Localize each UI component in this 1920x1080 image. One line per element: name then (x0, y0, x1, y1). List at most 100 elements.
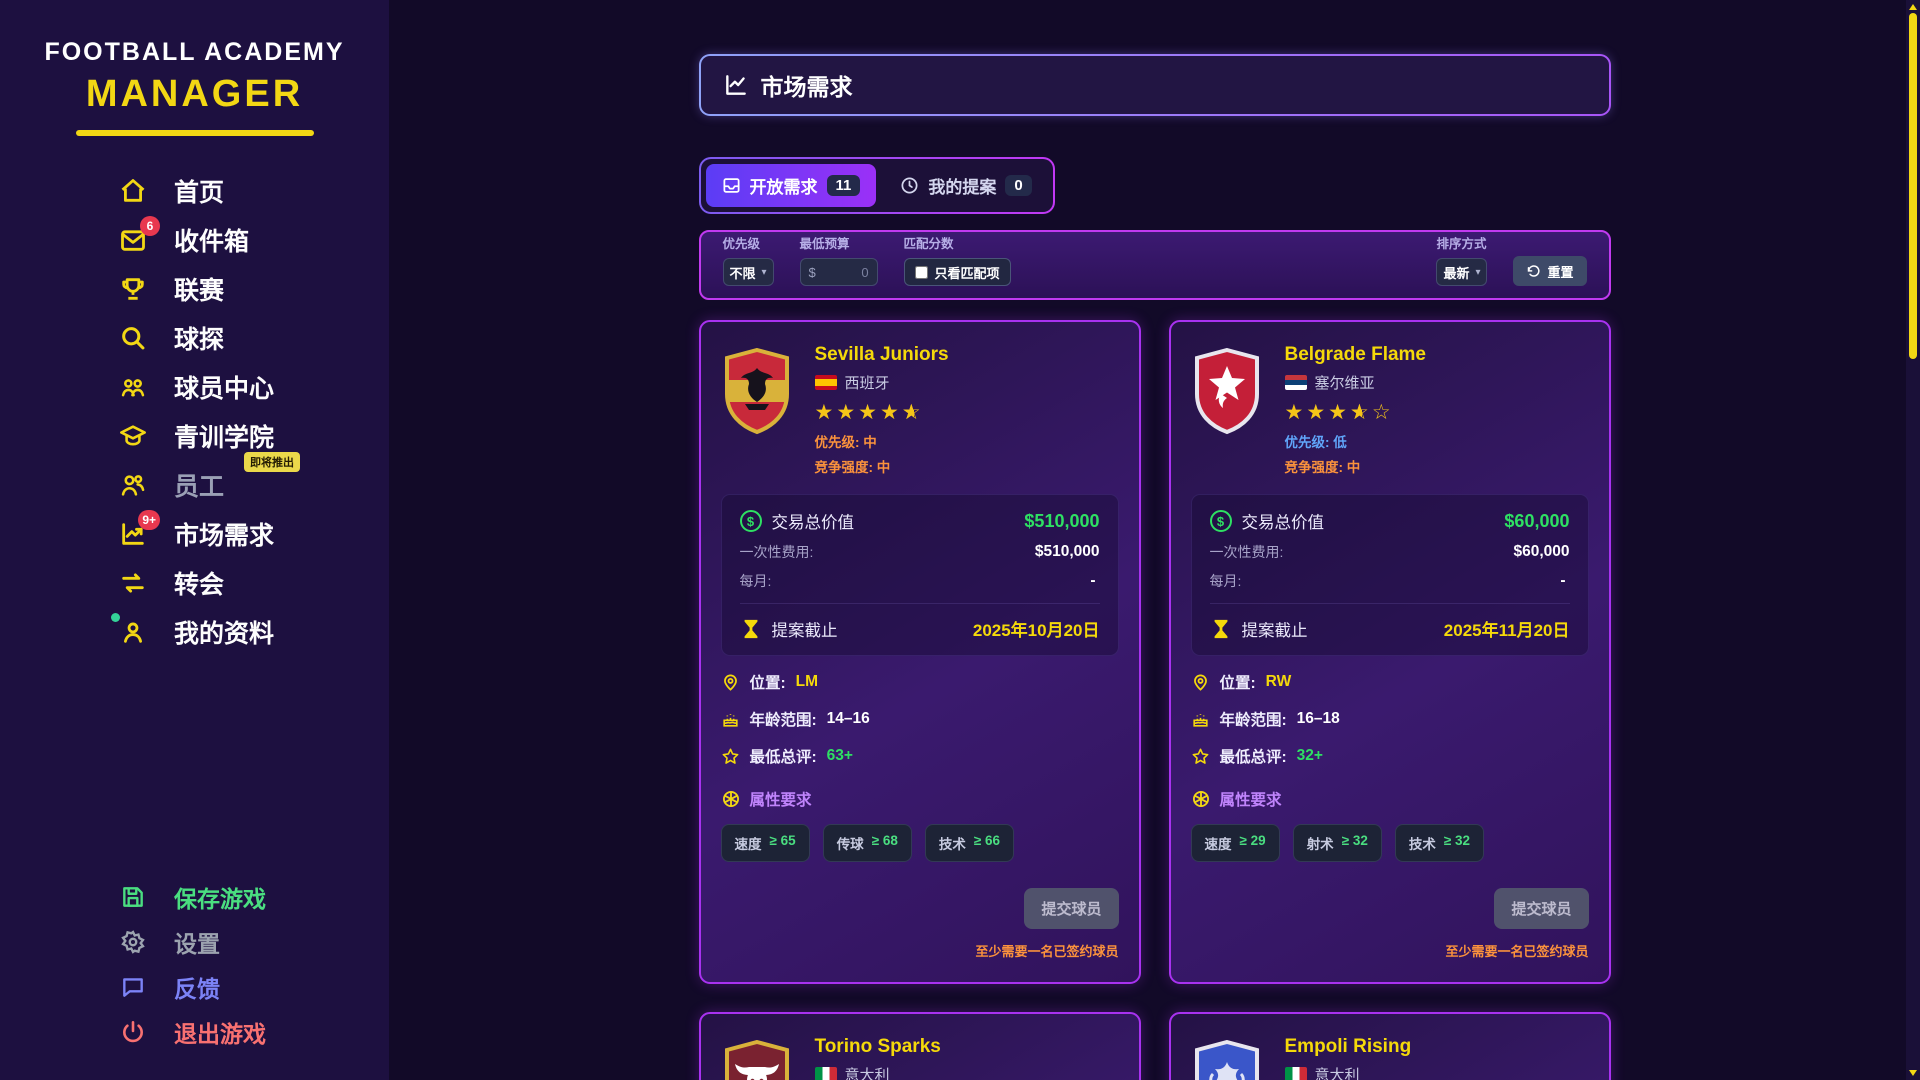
club-name: Sevilla Juniors (815, 344, 949, 366)
chevron-down-icon: ▾ (762, 267, 767, 278)
deal-panel: $ 交易总价值 $510,000 一次性费用: $510,000 每月: - (721, 494, 1119, 656)
attribute-chips: 速度≥ 65 传球≥ 68 技术≥ 66 (721, 824, 1119, 862)
budget-filter-label: 最低预算 (800, 233, 878, 252)
star-rating: ★★★★☆☆ (1285, 400, 1427, 426)
scrollbar-thumb[interactable] (1909, 13, 1917, 359)
filter-bar: 优先级 不限 ▾ 最低预算 $ 匹配分数 只看匹配项 (699, 230, 1611, 300)
flag-icon-italy (815, 1067, 837, 1080)
tab-open-demands[interactable]: 开放需求 11 (706, 164, 877, 207)
match-only-checkbox-group[interactable]: 只看匹配项 (904, 258, 1011, 286)
cake-icon (1191, 710, 1210, 729)
attr-chip: 技术≥ 66 (925, 824, 1014, 862)
home-icon (118, 176, 148, 206)
deal-panel: $ 交易总价值 $60,000 一次性费用: $60,000 每月: - (1191, 494, 1589, 656)
tab-my-proposals[interactable]: 我的提案 0 (884, 164, 1047, 207)
star-outline-icon (721, 747, 740, 766)
overall-row: 最低总评: 32+ (1191, 745, 1589, 767)
online-dot (111, 613, 120, 622)
currency-prefix: $ (809, 265, 816, 280)
open-demands-count: 11 (827, 175, 861, 196)
competition-line: 竞争强度: 中 (1285, 456, 1427, 476)
page-title: 市场需求 (761, 68, 853, 102)
age-row: 年龄范围: 16–18 (1191, 708, 1589, 730)
monthly-value: - (1560, 572, 1569, 590)
location-pin-icon (1191, 673, 1210, 692)
academy-icon (118, 421, 148, 451)
scroll-down-arrow[interactable] (1909, 1070, 1917, 1076)
main-area: 市场需求 开放需求 11 我的提案 0 (389, 0, 1920, 1080)
monthly-value: - (1090, 572, 1099, 590)
priority-line: 优先级: 中 (815, 431, 949, 451)
match-only-checkbox[interactable] (915, 266, 928, 279)
club-crest-torino (721, 1040, 793, 1080)
sidebar-item-profile[interactable]: 我的资料 (118, 607, 389, 656)
coming-soon-badge: 即将推出 (244, 452, 300, 472)
sort-select[interactable]: 最新 ▾ (1436, 258, 1487, 286)
my-proposals-count: 0 (1005, 175, 1031, 196)
star-outline-icon (1191, 747, 1210, 766)
hourglass-icon (1210, 618, 1232, 640)
power-icon (118, 1017, 148, 1047)
money-icon: $ (740, 510, 762, 532)
settings-button[interactable]: 设置 (118, 919, 389, 964)
attr-chip: 速度≥ 29 (1191, 824, 1280, 862)
club-crest-belgrade (1191, 348, 1263, 436)
sidebar-item-transfer[interactable]: 转会 (118, 558, 389, 607)
position-row: 位置: RW (1191, 671, 1589, 693)
save-game-button[interactable]: 保存游戏 (118, 874, 389, 919)
logo-underline (76, 130, 314, 136)
page-title-box: 市场需求 (699, 54, 1611, 116)
position-row: 位置: LM (721, 671, 1119, 693)
sidebar-item-home[interactable]: 首页 (118, 166, 389, 215)
search-icon (118, 323, 148, 353)
inbox-badge: 6 (140, 216, 160, 236)
gear-icon (118, 927, 148, 957)
demand-card-belgrade: Belgrade Flame 塞尔维亚 ★★★★☆☆ 优先级: 低 竞争强度: … (1169, 320, 1611, 984)
club-name: Belgrade Flame (1285, 344, 1427, 366)
sidebar-item-league[interactable]: 联赛 (118, 264, 389, 313)
club-crest-sevilla (721, 348, 793, 436)
sidebar-item-staff[interactable]: 员工 即将推出 (118, 460, 389, 509)
signed-player-note: 至少需要一名已签约球员 (721, 941, 1119, 960)
inbox-tray-icon (722, 176, 741, 195)
sort-label: 排序方式 (1436, 233, 1487, 252)
chevron-down-icon: ▾ (1475, 267, 1480, 278)
app-logo: FOOTBALL ACADEMY MANAGER (0, 38, 389, 136)
market-badge: 9+ (138, 510, 160, 530)
submit-player-button[interactable]: 提交球员 (1024, 888, 1118, 929)
budget-input-wrap: $ (800, 258, 878, 286)
reset-button[interactable]: 重置 (1513, 256, 1586, 286)
profile-icon (118, 617, 148, 647)
sidebar-item-player-center[interactable]: 球员中心 (118, 362, 389, 411)
deadline-value: 2025年11月20日 (1444, 616, 1570, 641)
demand-cards-grid: Sevilla Juniors 西班牙 ★★★★★☆ 优先级: 中 竞争强度: … (699, 320, 1611, 1080)
total-value: $510,000 (1024, 511, 1099, 532)
attributes-header: 属性要求 (1191, 788, 1589, 810)
country-name: 意大利 (845, 1064, 890, 1080)
quit-game-button[interactable]: 退出游戏 (118, 1009, 389, 1054)
sidebar-item-scout[interactable]: 球探 (118, 313, 389, 362)
transfer-icon (118, 568, 148, 598)
scroll-up-arrow[interactable] (1909, 4, 1917, 10)
clock-icon (900, 176, 919, 195)
budget-input[interactable] (820, 265, 869, 280)
demand-card-sevilla: Sevilla Juniors 西班牙 ★★★★★☆ 优先级: 中 竞争强度: … (699, 320, 1141, 984)
sidebar-item-inbox[interactable]: 6 收件箱 (118, 215, 389, 264)
scrollbar (1906, 0, 1920, 1080)
sidebar-item-market-demand[interactable]: 9+ 市场需求 (118, 509, 389, 558)
priority-select[interactable]: 不限 ▾ (723, 258, 774, 286)
staff-icon (118, 470, 148, 500)
feedback-button[interactable]: 反馈 (118, 964, 389, 1009)
club-crest-empoli (1191, 1040, 1263, 1080)
hourglass-icon (740, 618, 762, 640)
attr-chip: 速度≥ 65 (721, 824, 810, 862)
trophy-icon (118, 274, 148, 304)
money-icon: $ (1210, 510, 1232, 532)
attr-chip: 技术≥ 32 (1395, 824, 1484, 862)
country-name: 意大利 (1315, 1064, 1360, 1080)
overall-row: 最低总评: 63+ (721, 745, 1119, 767)
priority-filter-label: 优先级 (723, 233, 774, 252)
submit-player-button[interactable]: 提交球员 (1494, 888, 1588, 929)
star-rating: ★★★★★☆ (815, 400, 949, 426)
attr-chip: 射术≥ 32 (1293, 824, 1382, 862)
